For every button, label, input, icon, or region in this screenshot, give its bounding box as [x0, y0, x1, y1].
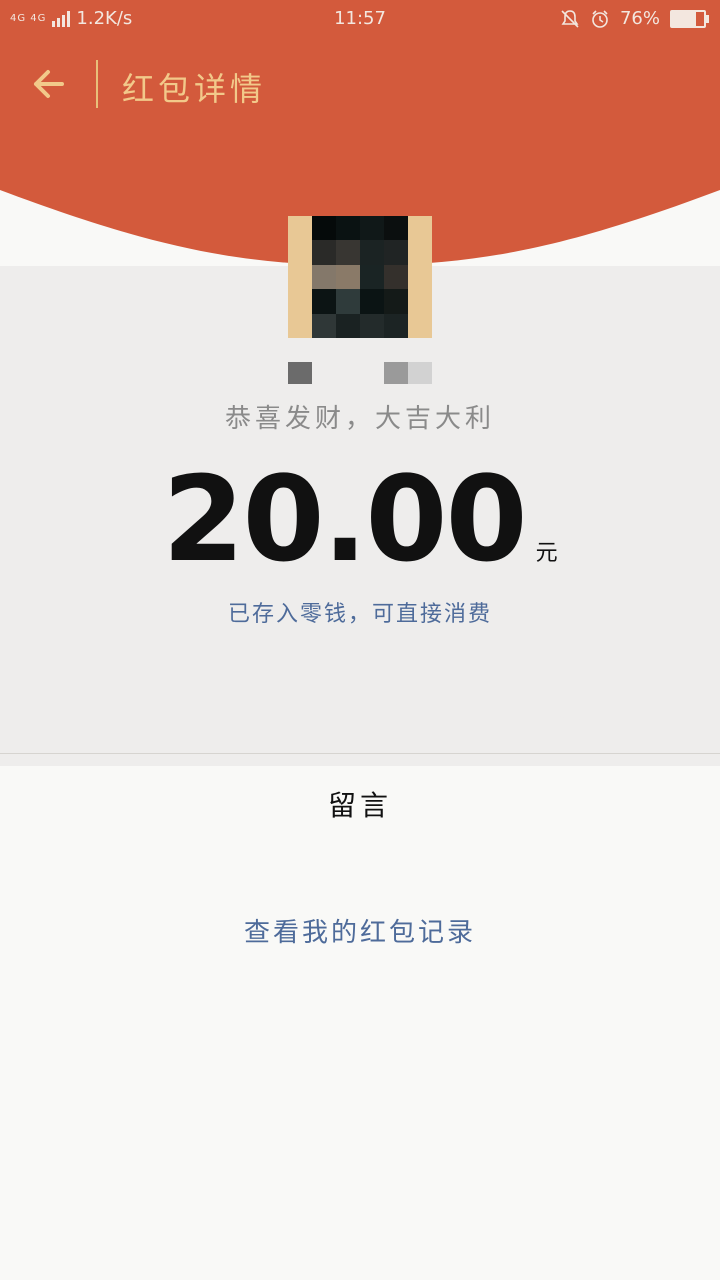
battery-fill: [672, 11, 697, 26]
avatar-pixel: [288, 264, 312, 290]
avatar-pixel: [336, 240, 360, 265]
avatar-pixel: [360, 216, 384, 241]
avatar-pixel: [288, 216, 312, 241]
avatar-pixel: [336, 216, 360, 241]
amount-display: 20.00 元: [0, 450, 720, 588]
avatar-pixel: [384, 240, 408, 265]
avatar-pixel: [384, 264, 408, 290]
avatar-pixel: [360, 313, 384, 338]
avatar-pixel: [408, 289, 432, 314]
avatar-pixel: [360, 264, 384, 290]
avatar-pixel: [384, 216, 408, 241]
battery-percent: 76%: [619, 8, 660, 29]
status-bar: 4G 4G 1.2K/s 11:57 76%: [0, 0, 720, 40]
storage-note-link[interactable]: 已存入零钱，可直接消费: [0, 596, 720, 628]
amount-value: 20.00: [162, 450, 527, 588]
avatar-pixel: [288, 289, 312, 314]
sender-name-blurred: [384, 362, 408, 384]
avatar-pixel: [408, 264, 432, 290]
section-divider: [0, 753, 720, 754]
avatar-pixel: [408, 240, 432, 265]
avatar[interactable]: [288, 216, 432, 338]
status-right: 76%: [560, 8, 709, 29]
avatar-pixel: [336, 313, 360, 338]
torn-paper-edge: [0, 688, 720, 746]
avatar-pixel: [408, 313, 432, 338]
sender-name-blurred: [408, 362, 432, 384]
nav-divider: [96, 60, 98, 108]
avatar-pixel: [360, 240, 384, 265]
avatar-pixel: [312, 313, 336, 338]
silent-bell-icon: [561, 9, 579, 28]
avatar-pixel: [336, 264, 360, 290]
avatar-pixel: [288, 240, 312, 265]
nav-bar: 红包详情: [0, 40, 720, 130]
avatar-pixel: [312, 216, 336, 241]
page-title: 红包详情: [122, 70, 267, 108]
avatar-pixel: [384, 289, 408, 314]
avatar-pixel: [312, 240, 336, 265]
avatar-pixel: [360, 289, 384, 314]
amount-unit: 元: [535, 541, 558, 566]
back-arrow-icon: [34, 70, 64, 98]
avatar-pixel: [336, 289, 360, 314]
message-title: 留言: [327, 789, 392, 822]
back-button[interactable]: [28, 62, 72, 106]
avatar-pixel: [408, 216, 432, 241]
avatar-pixel: [384, 313, 408, 338]
sender-name-blurred: [288, 362, 312, 384]
avatar-pixel: [288, 313, 312, 338]
battery-icon: [670, 9, 709, 28]
avatar-pixel: [312, 264, 336, 290]
alarm-icon: [592, 9, 608, 28]
greeting-text: 恭喜发财，大吉大利: [224, 404, 495, 434]
avatar-pixel: [312, 289, 336, 314]
view-records-link[interactable]: 查看我的红包记录: [0, 912, 720, 949]
